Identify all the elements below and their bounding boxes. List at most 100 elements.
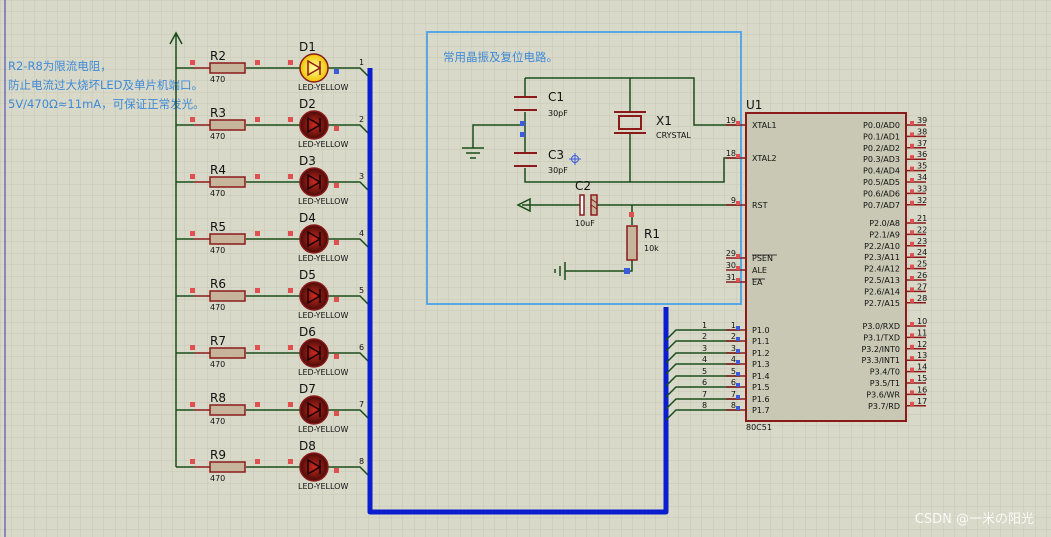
pin-number: 15 xyxy=(917,374,927,383)
pin-name: P2.1/A9 xyxy=(869,230,900,239)
led-ref: D8 xyxy=(299,439,316,453)
pin-name: P0.3/AD3 xyxy=(863,155,900,164)
net-label: 1 xyxy=(702,321,707,330)
net-label: 7 xyxy=(702,390,707,399)
led-ref: D2 xyxy=(299,97,316,111)
resistor-ref: R5 xyxy=(210,220,226,234)
pin-marker xyxy=(255,288,260,293)
pin-marker xyxy=(910,344,914,349)
pin-number: 23 xyxy=(917,237,927,246)
pin-marker xyxy=(736,254,740,258)
pin-marker xyxy=(629,212,634,217)
pin-marker xyxy=(910,333,914,338)
pin-number: 37 xyxy=(917,139,927,148)
led-type: LED-YELLOW xyxy=(298,140,348,149)
led-ref: D3 xyxy=(299,154,316,168)
pin-marker xyxy=(288,60,293,65)
pin-marker xyxy=(910,121,914,125)
pin-marker xyxy=(334,126,339,131)
pin-number: 5 xyxy=(731,367,736,376)
c1-value: 30pF xyxy=(548,109,568,118)
pin-marker xyxy=(288,459,293,464)
c3-ref: C3 xyxy=(548,148,564,162)
pin-number: 4 xyxy=(731,355,736,364)
pin-marker xyxy=(910,143,914,148)
resistor-ref: R6 xyxy=(210,277,226,291)
led-ref: D6 xyxy=(299,325,316,339)
pin-name: P3.3/INT1 xyxy=(861,356,900,365)
watermark: CSDN @一米の阳光 xyxy=(915,512,1034,527)
pin-number: 32 xyxy=(917,196,927,205)
pin-marker xyxy=(190,231,195,236)
pin-name: P1.1 xyxy=(752,337,770,346)
pin-name: P1.5 xyxy=(752,383,770,392)
pin-marker xyxy=(288,345,293,350)
pin-marker xyxy=(910,322,914,326)
pin-marker xyxy=(255,60,260,65)
pin-marker xyxy=(736,266,740,270)
pin-name: P0.2/AD2 xyxy=(863,144,900,153)
pin-name: P2.4/A12 xyxy=(864,265,900,274)
mcu-80c51[interactable]: U1 80C51 19XTAL118XTAL29RST29PSEN30ALE31… xyxy=(726,98,927,432)
pin-number: 36 xyxy=(917,150,927,159)
pin-marker xyxy=(736,406,740,410)
pin-name: P1.6 xyxy=(752,395,770,404)
net-label: 6 xyxy=(702,378,707,387)
pin-name: P0.4/AD4 xyxy=(863,167,900,176)
pin-marker xyxy=(910,219,914,223)
c2-ref: C2 xyxy=(575,179,591,193)
net-label: 4 xyxy=(702,355,707,364)
pin-marker xyxy=(288,231,293,236)
x1-value: CRYSTAL xyxy=(656,131,691,140)
pin-name: P3.6/WR xyxy=(866,390,900,399)
pin-number: 21 xyxy=(917,214,927,223)
resistor-value: 470 xyxy=(210,303,225,312)
junction-marker xyxy=(624,268,630,274)
pin-number: 12 xyxy=(917,340,927,349)
pin-marker xyxy=(334,183,339,188)
pin-marker xyxy=(190,174,195,179)
resistor-value: 470 xyxy=(210,246,225,255)
pin-marker xyxy=(736,372,740,376)
pin-marker xyxy=(910,401,914,406)
pin-marker xyxy=(910,132,914,137)
pin-number: 28 xyxy=(917,294,927,303)
pin-marker xyxy=(736,121,740,125)
resistor-ref: R2 xyxy=(210,49,226,63)
r1-ref: R1 xyxy=(644,227,660,241)
mcu-part: 80C51 xyxy=(746,423,772,432)
pin-name: P2.7/A15 xyxy=(864,299,900,308)
pin-name: P2.2/A10 xyxy=(864,242,900,251)
junction-marker xyxy=(520,121,525,126)
pin-marker xyxy=(288,117,293,122)
led-type: LED-YELLOW xyxy=(298,197,348,206)
pin-marker xyxy=(334,354,339,359)
pin-number: 38 xyxy=(917,127,927,136)
led-ref: D7 xyxy=(299,382,316,396)
pin-number: 6 xyxy=(731,378,736,387)
pin-marker xyxy=(910,253,914,258)
pin-marker xyxy=(190,60,195,65)
x1-ref: X1 xyxy=(656,114,672,128)
pin-number: 8 xyxy=(731,401,736,410)
pin-number: 26 xyxy=(917,271,927,280)
led-ref: D5 xyxy=(299,268,316,282)
pin-name: P1.3 xyxy=(752,360,770,369)
pin-number: 9 xyxy=(731,196,736,205)
pin-number: 10 xyxy=(917,317,927,326)
net-label: 1 xyxy=(359,58,364,67)
pin-marker xyxy=(190,117,195,122)
resistor-value: 470 xyxy=(210,132,225,141)
pin-number: 39 xyxy=(917,116,927,125)
pin-name: P0.1/AD1 xyxy=(863,132,900,141)
pin-marker xyxy=(255,174,260,179)
pin-marker xyxy=(288,174,293,179)
pin-number: 13 xyxy=(917,351,927,360)
pin-number: 19 xyxy=(726,116,736,125)
pin-marker xyxy=(910,276,914,280)
led-type: LED-YELLOW xyxy=(298,254,348,263)
pin-marker xyxy=(334,468,339,473)
resistor-value: 470 xyxy=(210,474,225,483)
schematic-canvas[interactable]: R2-R8为限流电阻， 防止电流过大烧坏LED及单片机端口。 5V/470Ω≈1… xyxy=(0,0,1051,537)
mcu-ref: U1 xyxy=(746,98,762,112)
